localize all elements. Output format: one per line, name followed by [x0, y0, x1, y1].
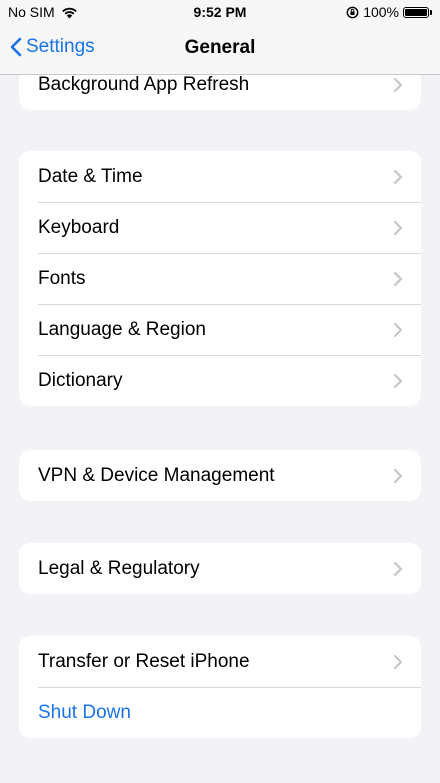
battery-percent: 100%	[363, 4, 399, 20]
row-fonts[interactable]: Fonts	[19, 253, 421, 304]
chevron-right-icon	[394, 77, 402, 92]
row-keyboard[interactable]: Keyboard	[19, 202, 421, 253]
chevron-right-icon	[394, 654, 402, 669]
chevron-right-icon	[394, 561, 402, 576]
page-title: General	[184, 37, 256, 58]
row-language-region[interactable]: Language & Region	[19, 304, 421, 355]
row-label: Legal & Regulatory	[38, 557, 200, 579]
status-bar: No SIM 9:52 PM 100%	[0, 0, 440, 24]
row-label: Transfer or Reset iPhone	[38, 650, 250, 672]
row-label: Keyboard	[38, 216, 120, 238]
shut-down-button[interactable]: Shut Down	[19, 687, 421, 738]
chevron-right-icon	[394, 373, 402, 388]
battery-fill	[405, 8, 427, 16]
chevron-right-icon	[394, 271, 402, 286]
settings-group-reset: Transfer or Reset iPhone Shut Down	[19, 636, 421, 738]
status-right: 100%	[346, 4, 432, 20]
settings-group-locale: Date & Time Keyboard Fonts Language & Re…	[19, 151, 421, 406]
chevron-right-icon	[394, 220, 402, 235]
row-label: Fonts	[38, 267, 86, 289]
row-legal-regulatory[interactable]: Legal & Regulatory	[19, 543, 421, 594]
row-label: Date & Time	[38, 165, 143, 187]
chevron-right-icon	[394, 169, 402, 184]
battery-nub	[430, 9, 432, 15]
orientation-lock-icon	[346, 6, 359, 18]
navigation-bar: Settings General	[0, 24, 440, 75]
row-label: Background App Refresh	[38, 73, 250, 95]
row-date-time[interactable]: Date & Time	[19, 151, 421, 202]
chevron-right-icon	[394, 468, 402, 483]
row-dictionary[interactable]: Dictionary	[19, 355, 421, 406]
row-vpn-device-management[interactable]: VPN & Device Management	[19, 450, 421, 501]
row-label: Dictionary	[38, 369, 123, 391]
settings-group-vpn: VPN & Device Management	[19, 450, 421, 501]
row-label: Shut Down	[38, 701, 131, 723]
row-transfer-reset-iphone[interactable]: Transfer or Reset iPhone	[19, 636, 421, 687]
battery-icon	[403, 6, 429, 18]
settings-group-legal: Legal & Regulatory	[19, 543, 421, 594]
row-label: Language & Region	[38, 318, 206, 340]
row-label: VPN & Device Management	[38, 464, 275, 486]
chevron-right-icon	[394, 322, 402, 337]
